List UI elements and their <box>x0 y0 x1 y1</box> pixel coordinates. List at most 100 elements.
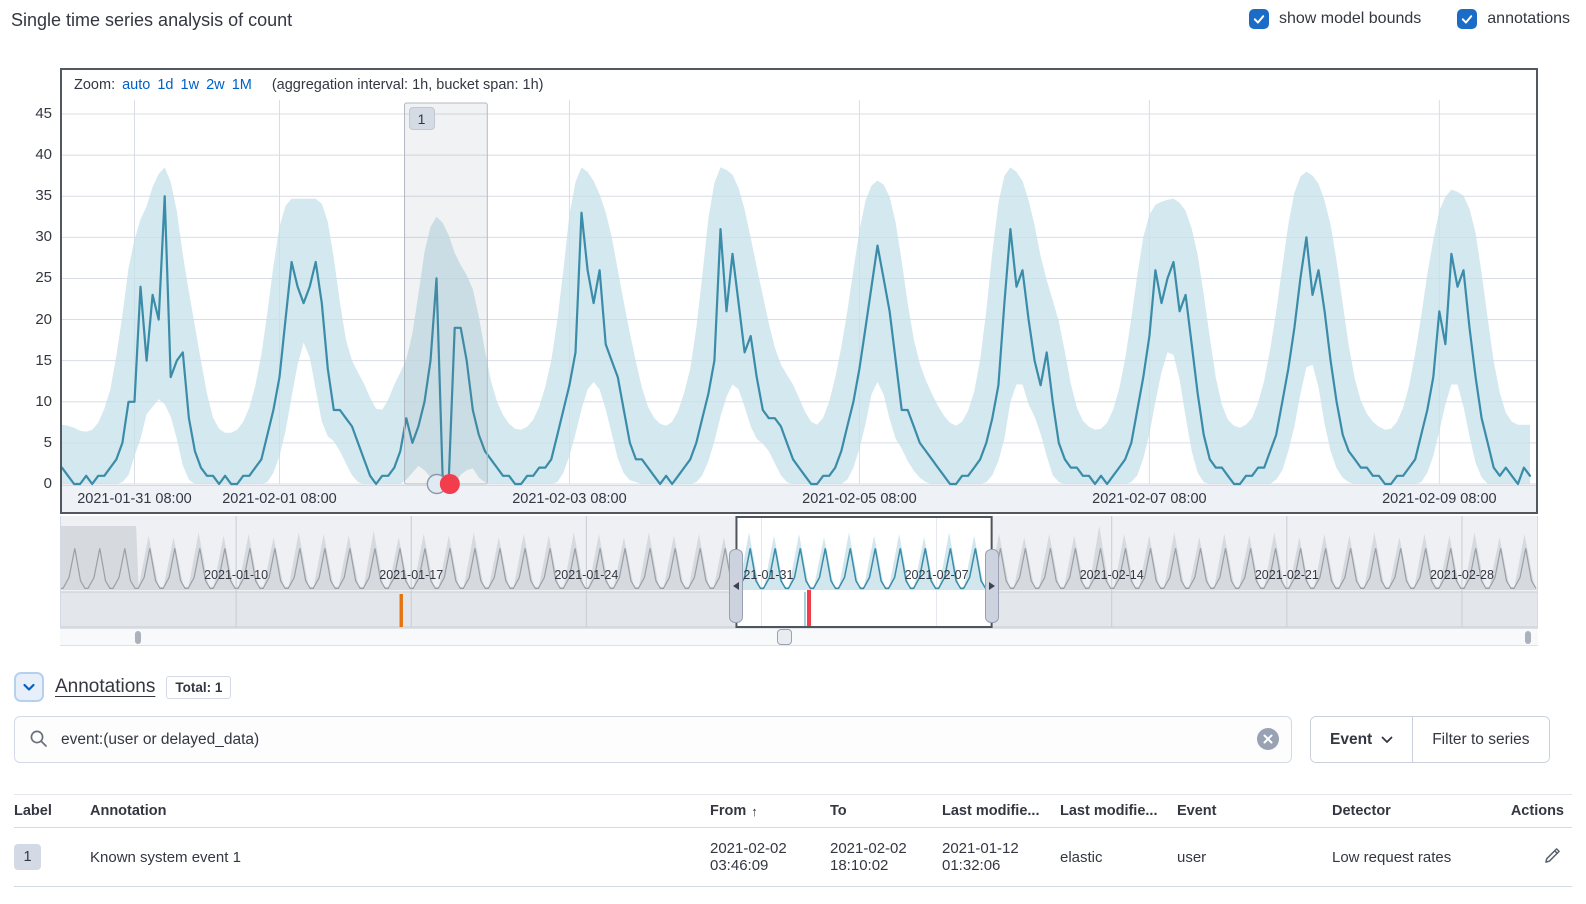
zoom-link-1w[interactable]: 1w <box>181 77 200 93</box>
column-header-modified_date[interactable]: Last modifie... <box>942 795 1060 827</box>
context-annotation-mark-delayed[interactable] <box>400 594 403 627</box>
column-header-annotation[interactable]: Annotation <box>90 795 710 827</box>
zoom-links: auto 1d 1w 2w 1M <box>122 77 255 93</box>
scrollbar-right-pill[interactable] <box>1525 631 1531 644</box>
checkbox-label: annotations <box>1487 10 1570 28</box>
filter-to-series-button[interactable]: Filter to series <box>1413 717 1548 762</box>
focus-chart-canvas[interactable] <box>62 70 1536 512</box>
page-title: Single time series analysis of count <box>11 10 292 31</box>
y-tick-label: 15 <box>12 352 52 369</box>
cell-modified_by: elastic <box>1060 828 1177 886</box>
context-tick-label: 2021-01-10 <box>176 568 296 582</box>
cell-actions <box>1517 828 1572 886</box>
event-dropdown-label: Event <box>1330 731 1372 749</box>
y-tick-label: 40 <box>12 146 52 163</box>
sort-ascending-icon: ↑ <box>751 804 758 819</box>
brush-handle-right[interactable] <box>985 549 999 623</box>
scrollbar-left-pill[interactable] <box>135 631 141 644</box>
y-tick-label: 35 <box>12 187 52 204</box>
column-header-label[interactable]: Label <box>14 795 90 827</box>
column-header-modified_by[interactable]: Last modifie... <box>1060 795 1177 827</box>
table-body: 1 Known system event 12021-02-02 03:46:09… <box>14 828 1572 887</box>
cell-event: user <box>1177 828 1332 886</box>
clear-search-icon[interactable] <box>1257 728 1279 750</box>
search-icon <box>29 729 49 754</box>
y-tick-label: 45 <box>12 105 52 122</box>
column-label: Event <box>1177 803 1217 819</box>
zoom-link-1M[interactable]: 1M <box>232 77 252 93</box>
brush-handle-left[interactable] <box>729 549 743 623</box>
column-header-detector[interactable]: Detector <box>1332 795 1517 827</box>
context-annotation-mark-user[interactable] <box>807 590 811 627</box>
context-chart-panel: 2021-01-102021-01-172021-01-242021-01-31… <box>60 516 1538 628</box>
chevron-down-icon <box>21 679 37 695</box>
chevron-down-icon <box>1381 736 1393 744</box>
x-tick-label: 2021-02-05 08:00 <box>784 491 934 507</box>
cell-to: 2021-02-02 18:10:02 <box>830 828 942 886</box>
edit-annotation-button[interactable] <box>1541 844 1564 870</box>
y-tick-label: 30 <box>12 228 52 245</box>
collapse-annotations-button[interactable] <box>14 672 44 702</box>
focus-chart-panel: Zoom: auto 1d 1w 2w 1M (aggregation inte… <box>60 68 1538 514</box>
checkbox-label: show model bounds <box>1279 10 1421 28</box>
context-tick-label: 2021-02-28 <box>1402 568 1522 582</box>
cell-annotation: Known system event 1 <box>90 828 710 886</box>
zoom-toolbar: Zoom: auto 1d 1w 2w 1M (aggregation inte… <box>62 70 556 100</box>
aggregation-interval-text: (aggregation interval: 1h, bucket span: … <box>272 77 544 93</box>
column-label: From <box>710 803 746 819</box>
checkbox-checked-icon[interactable] <box>1457 9 1477 29</box>
column-header-from[interactable]: From ↑ <box>710 795 830 827</box>
checkbox-annotations[interactable]: annotations <box>1457 9 1570 29</box>
table-header-row: Label Annotation From ↑ To Last modifie... Las… <box>14 794 1572 828</box>
pencil-icon <box>1543 846 1562 865</box>
context-tick-label: 2021-02-21 <box>1227 568 1347 582</box>
triangle-left-icon <box>732 581 740 591</box>
context-tick-label: 2021-02-14 <box>1052 568 1172 582</box>
annotation-band[interactable] <box>405 103 488 484</box>
annotation-label-badge: 1 <box>14 844 41 870</box>
checkbox-checked-icon[interactable] <box>1249 9 1269 29</box>
annotations-search <box>14 716 1292 763</box>
header-checkbox-row: show model bounds annotations <box>1249 9 1570 29</box>
total-count-badge: Total: 1 <box>166 676 231 699</box>
column-label: To <box>830 803 847 819</box>
column-label: Actions <box>1511 803 1564 819</box>
column-header-to[interactable]: To <box>830 795 942 827</box>
x-tick-label: 2021-02-09 08:00 <box>1364 491 1514 507</box>
annotation-band-label[interactable]: 1 <box>409 107 435 130</box>
event-dropdown-button[interactable]: Event <box>1311 717 1413 762</box>
x-tick-label: 2021-02-07 08:00 <box>1074 491 1224 507</box>
y-tick-label: 5 <box>12 434 52 451</box>
scrollbar-drag-handle[interactable] <box>777 629 792 645</box>
column-header-actions[interactable]: Actions <box>1517 795 1572 827</box>
checkbox-show-model-bounds[interactable]: show model bounds <box>1249 9 1421 29</box>
column-label: Detector <box>1332 803 1391 819</box>
anomaly-marker[interactable] <box>440 474 460 494</box>
y-tick-label: 0 <box>12 475 52 492</box>
x-tick-label: 2021-02-03 08:00 <box>494 491 644 507</box>
cell-from: 2021-02-02 03:46:09 <box>710 828 830 886</box>
search-input[interactable] <box>14 716 1292 763</box>
zoom-link-auto[interactable]: auto <box>122 77 150 93</box>
zoom-link-2w[interactable]: 2w <box>206 77 225 93</box>
y-tick-label: 20 <box>12 311 52 328</box>
cell-label: 1 <box>14 828 90 886</box>
zoom-label: Zoom: <box>74 77 115 93</box>
column-header-event[interactable]: Event <box>1177 795 1332 827</box>
column-label: Annotation <box>90 803 167 819</box>
timeline-scrollbar[interactable] <box>60 628 1538 646</box>
annotations-table: Label Annotation From ↑ To Last modifie... Las… <box>14 794 1572 887</box>
filter-to-series-label: Filter to series <box>1432 731 1529 749</box>
y-tick-label: 10 <box>12 393 52 410</box>
context-tick-label: 2021-02-07 <box>877 568 997 582</box>
annotations-heading[interactable]: Annotations <box>55 676 155 698</box>
y-tick-label: 25 <box>12 269 52 286</box>
table-row: 1 Known system event 12021-02-02 03:46:09… <box>14 828 1572 887</box>
zoom-link-1d[interactable]: 1d <box>157 77 173 93</box>
column-label: Label <box>14 803 52 819</box>
cell-modified_date: 2021-01-12 01:32:06 <box>942 828 1060 886</box>
triangle-right-icon <box>988 581 996 591</box>
column-label: Last modifie... <box>942 803 1040 819</box>
annotations-header: Annotations Total: 1 <box>14 672 231 702</box>
x-tick-label: 2021-01-31 08:00 <box>59 491 209 507</box>
